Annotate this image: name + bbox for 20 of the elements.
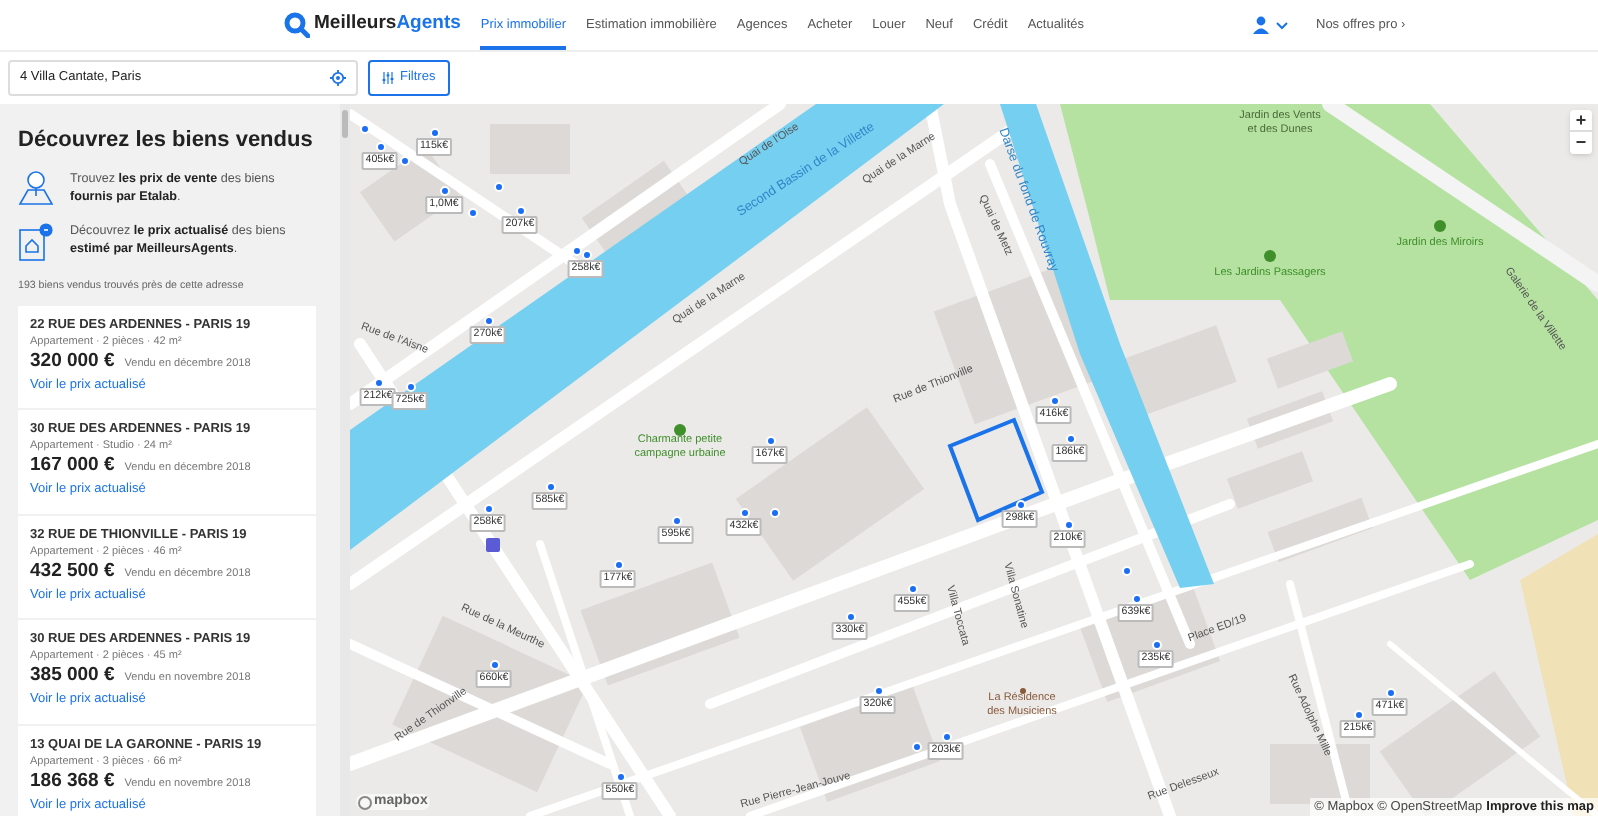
listing-price: 385 000 €	[30, 664, 115, 689]
poi-icon	[1019, 688, 1025, 694]
zoom-out-button[interactable]: −	[1570, 132, 1592, 154]
listing-price: 320 000 €	[30, 349, 115, 374]
selected-parcel-outline	[946, 416, 1046, 526]
park-icon	[674, 424, 686, 436]
locate-icon[interactable]	[330, 70, 346, 86]
scrollbar[interactable]	[340, 104, 350, 816]
zoom-in-button[interactable]: +	[1570, 110, 1592, 132]
logo-magnifier-icon	[284, 12, 310, 38]
user-icon[interactable]	[1252, 16, 1270, 34]
sliders-icon	[382, 72, 394, 84]
listing-price: 432 500 €	[30, 559, 115, 584]
listing-price: 167 000 €	[30, 454, 115, 479]
document-house-icon	[18, 222, 54, 262]
sidebar-title: Découvrez les biens vendus	[18, 126, 315, 154]
listing-price: 186 368 €	[30, 769, 115, 794]
logo-wordmark[interactable]: MeilleursAgents	[314, 10, 461, 40]
chevron-down-icon[interactable]	[1276, 21, 1288, 29]
mapbox-logo-icon	[358, 795, 372, 809]
